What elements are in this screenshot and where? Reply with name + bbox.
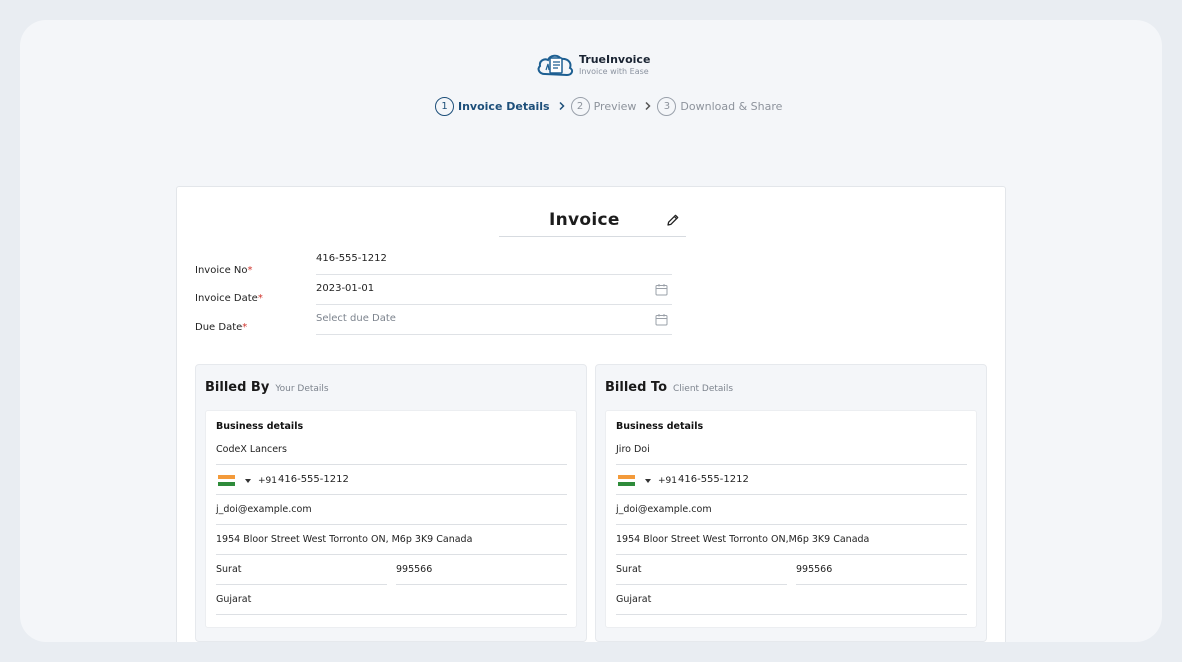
phone-value: 416-555-1212 <box>278 474 349 485</box>
billed-by-subtitle: Your Details <box>275 384 329 394</box>
city-value: Surat <box>216 564 242 575</box>
due-date-label-text: Due Date <box>195 322 243 333</box>
country-code: +91 <box>658 476 677 486</box>
brand-name: TrueInvoice <box>579 53 651 66</box>
state-field[interactable]: Gujarat <box>616 591 967 615</box>
phone-value: 416-555-1212 <box>678 474 749 485</box>
step-download-share[interactable]: 3 Download & Share <box>657 96 783 116</box>
address-field[interactable]: 1954 Bloor Street West Torronto ON,M6p 3… <box>616 531 967 555</box>
india-flag-icon[interactable] <box>218 475 235 486</box>
invoice-title-field[interactable]: Invoice <box>499 201 686 237</box>
flag-stripe-green <box>218 482 235 486</box>
address-field[interactable]: 1954 Bloor Street West Torronto ON, M6p … <box>216 531 567 555</box>
postal-code-field[interactable]: 995566 <box>796 561 967 585</box>
invoice-title: Invoice <box>549 210 620 230</box>
caret-down-icon[interactable] <box>645 479 651 483</box>
invoice-no-input[interactable]: 416-555-1212 <box>316 251 672 275</box>
invoice-no-label: Invoice No* <box>195 265 253 276</box>
caret-down-icon[interactable] <box>245 479 251 483</box>
address-value: 1954 Bloor Street West Torronto ON,M6p 3… <box>616 534 870 545</box>
business-name-field[interactable]: CodeX Lancers <box>216 441 567 465</box>
city-field[interactable]: Surat <box>216 561 387 585</box>
invoice-date-label-text: Invoice Date <box>195 293 258 304</box>
business-name-value: CodeX Lancers <box>216 444 287 455</box>
step-number: 1 <box>435 96 454 116</box>
phone-field[interactable]: +91 416-555-1212 <box>216 471 567 495</box>
invoice-no-value: 416-555-1212 <box>316 253 387 264</box>
pencil-icon[interactable] <box>666 213 680 227</box>
state-value: Gujarat <box>216 594 252 605</box>
state-field[interactable]: Gujarat <box>216 591 567 615</box>
required-marker: * <box>257 293 263 304</box>
brand-tagline: Invoice with Ease <box>579 67 649 76</box>
invoice-date-label: Invoice Date* <box>195 293 263 304</box>
stepper: 1 Invoice Details 2 Preview 3 Download &… <box>435 96 782 116</box>
city-value: Surat <box>616 564 642 575</box>
email-field[interactable]: j_doi@example.com <box>216 501 567 525</box>
chevron-right-icon <box>559 101 565 111</box>
india-flag-icon[interactable] <box>618 475 635 486</box>
step-label: Preview <box>593 99 637 113</box>
cloud-invoice-logo-icon <box>537 54 574 77</box>
step-invoice-details[interactable]: 1 Invoice Details <box>435 96 550 116</box>
client-name-value: Jiro Doi <box>616 444 650 455</box>
business-details-heading: Business details <box>616 421 704 432</box>
email-value: j_doi@example.com <box>616 504 712 515</box>
billed-by-panel: Billed By Your Details Business details … <box>195 364 587 642</box>
chevron-right-icon <box>645 101 651 111</box>
billed-to-panel: Billed To Client Details Business detail… <box>595 364 987 642</box>
phone-field[interactable]: +91 416-555-1212 <box>616 471 967 495</box>
billed-to-business-details: Business details Jiro Doi +91 416-555-12… <box>605 410 977 628</box>
state-value: Gujarat <box>616 594 652 605</box>
postal-code-value: 995566 <box>796 564 833 575</box>
postal-code-value: 995566 <box>396 564 433 575</box>
step-label: Invoice Details <box>458 99 550 113</box>
due-date-label: Due Date* <box>195 322 247 333</box>
invoice-date-input[interactable]: 2023-01-01 <box>316 281 672 305</box>
country-code: +91 <box>258 476 277 486</box>
step-label: Download & Share <box>680 99 783 113</box>
calendar-icon[interactable] <box>655 283 668 296</box>
step-preview[interactable]: 2 Preview <box>570 96 637 116</box>
business-details-heading: Business details <box>216 421 304 432</box>
postal-code-field[interactable]: 995566 <box>396 561 567 585</box>
billed-to-title: Billed To <box>605 380 667 395</box>
step-number: 3 <box>657 96 677 116</box>
app-frame: TrueInvoice Invoice with Ease 1 Invoice … <box>20 20 1162 642</box>
billed-by-title: Billed By <box>205 380 270 395</box>
billed-to-subtitle: Client Details <box>673 384 734 394</box>
flag-stripe-green <box>618 482 635 486</box>
brand-text: TrueInvoice Invoice with Ease <box>579 53 650 77</box>
email-value: j_doi@example.com <box>216 504 312 515</box>
calendar-icon[interactable] <box>655 313 668 326</box>
step-number: 2 <box>570 96 590 116</box>
brand: TrueInvoice Invoice with Ease <box>536 50 650 80</box>
billed-to-header: Billed To Client Details <box>605 380 733 395</box>
required-marker: * <box>242 322 248 333</box>
invoice-card: Invoice Invoice No* 416-555-1212 Invoice… <box>176 186 1006 642</box>
due-date-input[interactable]: Select due Date <box>316 311 672 335</box>
client-name-field[interactable]: Jiro Doi <box>616 441 967 465</box>
invoice-no-label-text: Invoice No <box>195 265 248 276</box>
city-field[interactable]: Surat <box>616 561 787 585</box>
email-field[interactable]: j_doi@example.com <box>616 501 967 525</box>
billed-by-business-details: Business details CodeX Lancers +91 416-5… <box>205 410 577 628</box>
invoice-date-value: 2023-01-01 <box>316 283 375 294</box>
due-date-placeholder: Select due Date <box>316 313 396 324</box>
billed-by-header: Billed By Your Details <box>205 380 329 395</box>
required-marker: * <box>247 265 253 276</box>
address-value: 1954 Bloor Street West Torronto ON, M6p … <box>216 534 473 545</box>
